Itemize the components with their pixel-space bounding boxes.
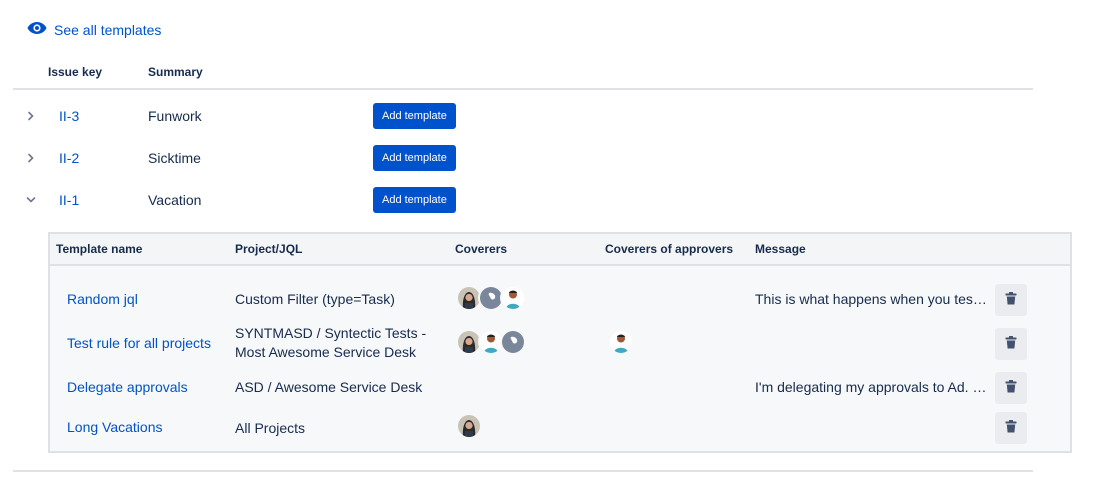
see-all-templates-link[interactable]: See all templates (27, 21, 161, 38)
template-project: SYNTMASD / Syntectic Tests - Most Awesom… (235, 324, 445, 362)
eye-icon (27, 21, 47, 38)
template-message: I'm delegating my approvals to Ad. … (755, 379, 987, 395)
trash-icon (1005, 420, 1017, 436)
template-name-link[interactable]: Delegate approvals (67, 379, 188, 395)
issue-summary: Sicktime (148, 150, 201, 166)
issue-row: II-2 Sicktime Add template (13, 143, 1033, 173)
template-name-link[interactable]: Long Vacations (67, 419, 162, 435)
issue-table-header: Issue key Summary (13, 64, 1033, 90)
message-header: Message (755, 242, 806, 256)
template-name-header: Template name (56, 242, 143, 256)
delete-template-button[interactable] (995, 328, 1027, 360)
issue-key-link[interactable]: II-1 (59, 192, 79, 208)
template-project: All Projects (235, 420, 306, 436)
add-template-button[interactable]: Add template (373, 145, 456, 171)
delete-template-button[interactable] (995, 372, 1027, 404)
template-row: Random jql Custom Filter (type=Task) Thi… (50, 280, 1070, 320)
issue-key-header: Issue key (48, 65, 103, 79)
coverers-of-approvers-header: Coverers of approvers (605, 242, 734, 256)
template-name-link[interactable]: Test rule for all projects (67, 335, 211, 351)
delete-template-button[interactable] (995, 412, 1027, 444)
template-message: This is what happens when you tes… (755, 291, 987, 307)
see-all-templates-label: See all templates (54, 21, 162, 38)
trash-icon (1005, 336, 1017, 352)
template-name-link[interactable]: Random jql (67, 291, 138, 307)
template-project: Custom Filter (type=Task) (235, 291, 395, 307)
issue-row: II-3 Funwork Add template (13, 101, 1033, 131)
template-project-line: Most Awesome Service Desk (235, 344, 417, 360)
placeholder-avatar (500, 329, 526, 355)
template-row: Long Vacations All Projects (50, 408, 1070, 448)
coverers-avatars (456, 329, 526, 355)
add-template-button[interactable]: Add template (373, 103, 456, 129)
approver-coverers-avatars (608, 329, 634, 355)
templates-panel: Template name Project/JQL Coverers Cover… (48, 232, 1072, 453)
template-row: Delegate approvals ASD / Awesome Service… (50, 368, 1070, 408)
chevron-right-icon[interactable] (25, 108, 37, 124)
delete-template-button[interactable] (995, 284, 1027, 316)
issue-key-link[interactable]: II-3 (59, 108, 79, 124)
coverers-header: Coverers (455, 242, 508, 256)
bottom-divider (13, 470, 1033, 472)
add-template-button[interactable]: Add template (373, 187, 456, 213)
template-row: Test rule for all projects SYNTMASD / Sy… (50, 324, 1070, 364)
template-project-line: SYNTMASD / Syntectic Tests - (235, 325, 427, 341)
trash-icon (1005, 292, 1017, 308)
coverers-avatars (456, 413, 482, 439)
issue-summary: Vacation (148, 192, 202, 208)
issue-key-link[interactable]: II-2 (59, 150, 79, 166)
man-avatar (608, 329, 634, 355)
chevron-right-icon[interactable] (25, 150, 37, 166)
template-project: ASD / Awesome Service Desk (235, 379, 423, 395)
templates-table-header: Template name Project/JQL Coverers Cover… (50, 234, 1070, 266)
issue-row: II-1 Vacation Add template (13, 185, 1033, 215)
project-jql-header: Project/JQL (235, 242, 303, 256)
chevron-down-icon[interactable] (25, 192, 37, 208)
trash-icon (1005, 380, 1017, 396)
issue-summary: Funwork (148, 108, 202, 124)
man-avatar (500, 285, 526, 311)
coverers-avatars (456, 285, 526, 311)
woman-avatar (456, 413, 482, 439)
summary-header: Summary (148, 65, 203, 79)
